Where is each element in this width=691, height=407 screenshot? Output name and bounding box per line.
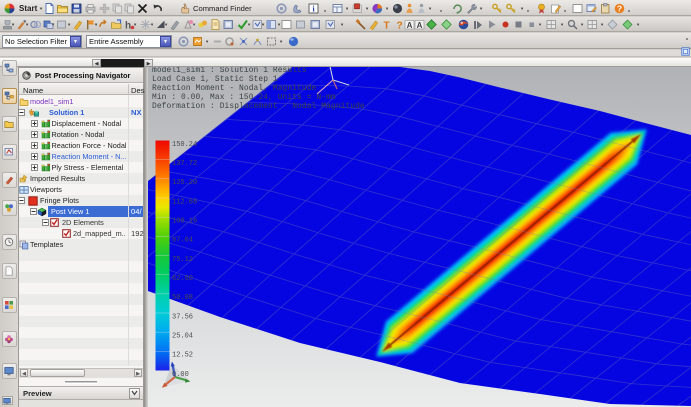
svg-text:125.20: 125.20: [172, 179, 197, 187]
svg-text:A: A: [407, 20, 413, 29]
svg-text:model1_sim1 : Solution 1 Resul: model1_sim1 : Solution 1 Results: [152, 67, 307, 75]
svg-text:Deformation : Displacement - N: Deformation : Displacement - Nodal Magni…: [152, 102, 365, 111]
svg-text:150.24: 150.24: [172, 141, 197, 149]
svg-text:25.04: 25.04: [172, 333, 193, 341]
svg-text:112.68: 112.68: [172, 198, 197, 206]
svg-text:37.56: 37.56: [172, 313, 193, 321]
svg-text:75.12: 75.12: [172, 256, 193, 264]
svg-text:h: h: [125, 20, 131, 30]
svg-text:?: ?: [617, 3, 622, 13]
svg-text:Load Case 1, Static Step 1: Load Case 1, Static Step 1: [152, 75, 278, 84]
svg-text:12.52: 12.52: [172, 352, 193, 360]
svg-text:Min : 0.00, Max : 150.24, Unit: Min : 0.00, Max : 150.24, Units = N-mm: [152, 93, 336, 102]
svg-text:T: T: [383, 20, 389, 30]
svg-text:137.72: 137.72: [172, 160, 197, 168]
svg-text:87.64: 87.64: [172, 237, 193, 245]
svg-text:100.16: 100.16: [172, 218, 197, 226]
svg-text:A: A: [417, 20, 423, 29]
svg-text:Reaction Moment - Nodal, Magni: Reaction Moment - Nodal, Magnitude: [152, 84, 317, 93]
svg-text:50.08: 50.08: [172, 294, 193, 302]
svg-text:62.60: 62.60: [172, 275, 193, 283]
svg-text:?: ?: [396, 20, 402, 30]
svg-text:0.00: 0.00: [172, 371, 189, 379]
